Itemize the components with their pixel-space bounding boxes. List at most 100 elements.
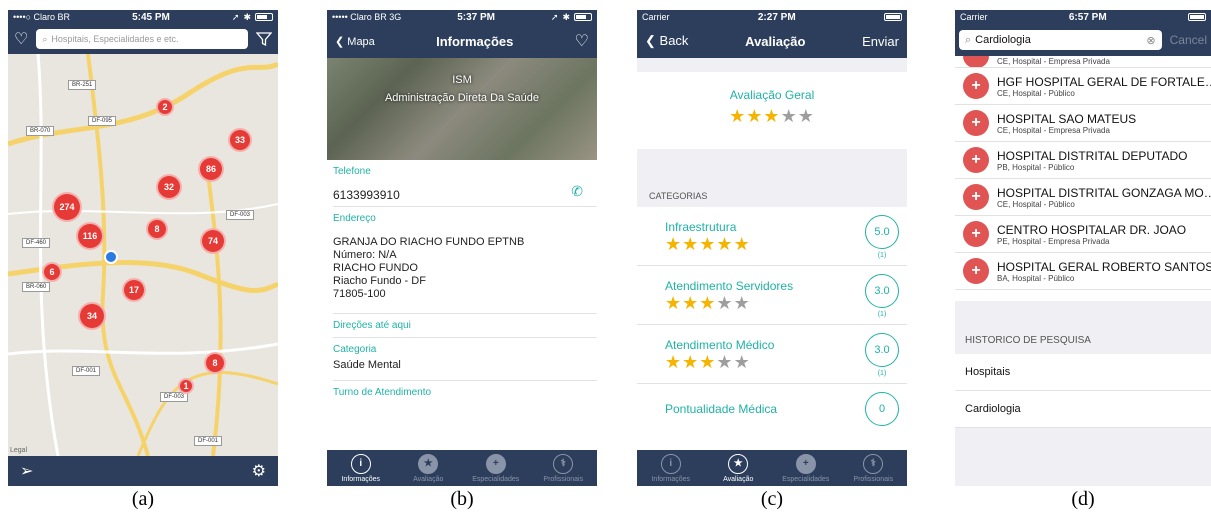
back-label: Back	[659, 33, 689, 48]
tab-profissionais[interactable]: ⚕ Profissionais	[843, 453, 903, 483]
status-icons	[884, 13, 902, 21]
star-icon[interactable]: ★	[716, 293, 733, 313]
bluetooth-icon: ✱	[562, 11, 570, 22]
tab-label: Profissionais	[543, 475, 584, 483]
search-value: Cardiologia	[975, 34, 1031, 46]
result-row[interactable]: + HOSPITAL DISTRITAL GONZAGA MOTA CE, Hos…	[955, 179, 1211, 216]
map-cluster[interactable]: 17	[122, 278, 146, 302]
map-cluster[interactable]: 74	[200, 228, 226, 254]
phone-row[interactable]: 6133993910 ✆	[327, 177, 597, 206]
map-view[interactable]: BR-251 BR-070 DF-095 DF-003 DF-460 BR-06…	[8, 54, 278, 456]
tab-informacoes[interactable]: i Informações	[331, 453, 391, 483]
tab-avaliacao[interactable]: ★ Avaliação	[398, 453, 458, 483]
caption-c: (c)	[760, 488, 784, 510]
heart-icon[interactable]: ♡	[14, 29, 28, 49]
result-name: HOSPITAL GERAL ROBERTO SANTOS	[997, 259, 1211, 274]
star-icon[interactable]: ★	[665, 352, 682, 372]
back-button[interactable]: ❮ Mapa	[335, 35, 375, 48]
info-icon: i	[660, 453, 681, 474]
star-icon[interactable]: ★	[734, 352, 751, 372]
star-icon[interactable]: ★	[682, 352, 699, 372]
star-icon[interactable]: ★	[665, 234, 682, 254]
star-icon: ★	[418, 453, 439, 474]
result-name: CENTRO HOSPITALAR DR. JOAO	[997, 222, 1187, 237]
result-row[interactable]: + HOSPITAL SAO MATEUS CE, Hospital - Empr…	[955, 105, 1211, 142]
caption-a: (a)	[131, 488, 155, 510]
search-input[interactable]: ⌕ Cardiologia ⊗	[959, 30, 1162, 50]
tab-informacoes[interactable]: i Informações	[641, 453, 701, 483]
star-icon[interactable]: ★	[716, 352, 733, 372]
top-bar: ••••○ Claro BR 5:45 PM ➚ ✱ ♡ ⌕ Hospitais,…	[8, 10, 278, 54]
star-icon[interactable]: ★	[746, 106, 763, 126]
result-row[interactable]: + HOSPITAL GERAL ROBERTO SANTOS BA, Hospi…	[955, 253, 1211, 290]
search-input[interactable]: ⌕ Hospitais, Especialidades e etc.	[36, 29, 248, 49]
star-icon[interactable]: ★	[699, 234, 716, 254]
map-cluster[interactable]: 32	[156, 174, 182, 200]
tab-especialidades[interactable]: + Especialidades	[466, 453, 526, 483]
star-icon: ★	[728, 453, 749, 474]
star-icon[interactable]: ★	[734, 234, 751, 254]
settings-gear-icon[interactable]: ⚙	[252, 461, 266, 481]
status-time: 2:27 PM	[757, 11, 796, 23]
category-row-infraestrutura[interactable]: Infraestrutura ★★★★★ 5.0 (1)	[637, 207, 907, 266]
result-row[interactable]: + HOSPITAL DISTRITAL DEPUTADO PB, Hospita…	[955, 142, 1211, 179]
result-row-partial[interactable]: CE, Hospital - Empresa Privada	[955, 56, 1211, 68]
map-cluster[interactable]: 86	[198, 156, 224, 182]
map-cluster[interactable]: 8	[204, 352, 226, 374]
category-name: Pontualidade Médica	[665, 402, 778, 416]
tab-avaliacao[interactable]: ★ Avaliação	[708, 453, 768, 483]
map-cluster[interactable]: 1	[178, 378, 194, 394]
star-icon[interactable]: ★	[699, 352, 716, 372]
star-icon[interactable]: ★	[665, 293, 682, 313]
directions-link[interactable]: Direções até aqui	[327, 314, 597, 337]
legal-link[interactable]: Legal	[10, 447, 27, 454]
battery-icon	[254, 13, 273, 21]
category-row-atendimento-medico[interactable]: Atendimento Médico ★★★★★ 3.0 (1)	[637, 325, 907, 384]
address-label: Endereço	[333, 213, 376, 224]
clear-icon[interactable]: ⊗	[1146, 34, 1155, 47]
star-icon[interactable]: ★	[682, 293, 699, 313]
hospital-cross-icon: +	[963, 73, 989, 99]
star-icon[interactable]: ★	[763, 106, 780, 126]
map-cluster[interactable]: 274	[52, 192, 82, 222]
map-cluster[interactable]: 34	[78, 302, 106, 330]
tab-bar: i Informações ★ Avaliação + Especialidades …	[327, 450, 597, 486]
phone-icon[interactable]: ✆	[571, 183, 583, 200]
category-row-atendimento-servidores[interactable]: Atendimento Servidores ★★★★★ 3.0 (1)	[637, 266, 907, 325]
star-icon[interactable]: ★	[734, 293, 751, 313]
star-icon[interactable]: ★	[699, 293, 716, 313]
locate-arrow-icon[interactable]: ➢	[20, 461, 33, 481]
score-badge: 0	[865, 392, 899, 426]
map-cluster[interactable]: 6	[42, 262, 62, 282]
history-item[interactable]: Cardiologia	[955, 391, 1211, 428]
map-cluster[interactable]: 33	[228, 128, 252, 152]
tab-profissionais[interactable]: ⚕ Profissionais	[533, 453, 593, 483]
history-item[interactable]: Hospitais	[955, 354, 1211, 391]
result-subtitle: BA, Hospital - Público	[997, 273, 1075, 283]
cancel-button[interactable]: Cancel	[1170, 33, 1207, 47]
map-cluster[interactable]: 8	[146, 218, 168, 240]
map-cluster[interactable]: 116	[76, 222, 104, 250]
star-icon[interactable]: ★	[716, 234, 733, 254]
tab-especialidades[interactable]: + Especialidades	[776, 453, 836, 483]
star-icon[interactable]: ★	[729, 106, 746, 126]
send-button[interactable]: Enviar	[862, 34, 899, 49]
category-row-pontualidade-medica[interactable]: Pontualidade Médica 0	[637, 384, 907, 432]
heart-icon[interactable]: ♡	[575, 31, 589, 51]
category-name: Atendimento Médico	[665, 337, 775, 352]
result-row[interactable]: + HGF HOSPITAL GERAL DE FORTALEZA CE, Hos…	[955, 68, 1211, 105]
search-placeholder: Hospitais, Especialidades e etc.	[51, 34, 179, 44]
hours-label: Turno de Atendimento	[333, 387, 432, 398]
chevron-left-icon: ❮	[335, 35, 345, 48]
result-row[interactable]: + CENTRO HOSPITALAR DR. JOAO PE, Hospital…	[955, 216, 1211, 253]
caption-b: (b)	[450, 488, 474, 510]
overall-stars[interactable]: ★★★★★	[637, 106, 907, 127]
back-button[interactable]: ❮ Back	[645, 33, 688, 49]
result-subtitle: PE, Hospital - Empresa Privada	[997, 236, 1110, 246]
star-icon[interactable]: ★	[798, 106, 815, 126]
photo-title: ISM	[452, 74, 472, 86]
filter-icon[interactable]	[256, 31, 272, 47]
star-icon[interactable]: ★	[682, 234, 699, 254]
map-cluster[interactable]: 2	[156, 98, 174, 116]
star-icon[interactable]: ★	[781, 106, 798, 126]
